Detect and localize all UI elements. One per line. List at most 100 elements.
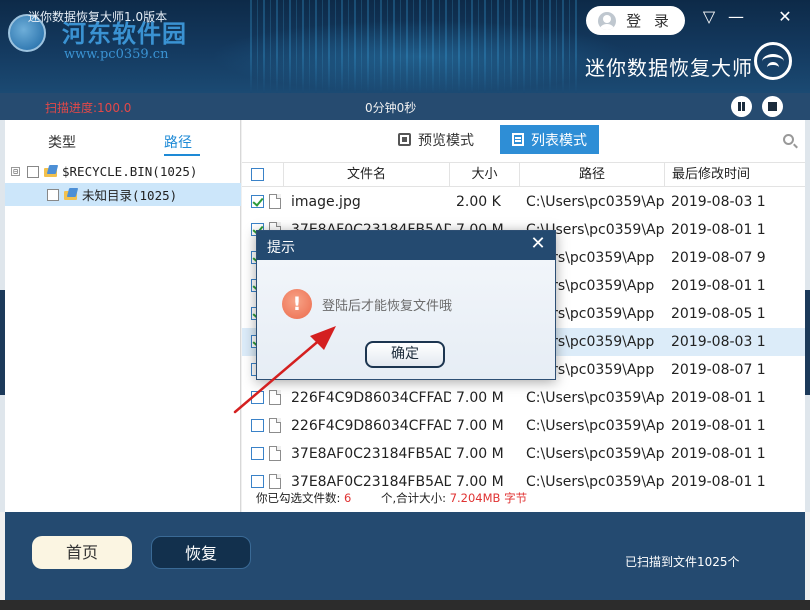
dialog-message: 登陆后才能恢复文件哦 [322,299,453,314]
folder-icon [44,165,58,178]
tab-path[interactable]: 路径 [164,132,192,152]
menu-dropdown-icon[interactable]: ▽ [698,6,720,28]
tree-item-recycle-bin[interactable]: ⊟ $RECYCLE.BIN(1025) [5,160,241,183]
login-label: 登 录 [626,12,673,30]
file-icon [269,446,281,461]
cell-path: C:\Users\pc0359\App [526,474,665,490]
scan-elapsed-time: 0分钟0秒 [365,101,417,115]
cell-filename: image.jpg [291,194,361,210]
tab-path-underline [164,154,200,156]
list-mode-button[interactable]: 列表模式 [500,125,599,154]
table-row[interactable]: image.jpg 2.00 K C:\Users\pc0359\App 2019-0… [242,188,805,216]
list-icon [512,133,524,146]
user-avatar-icon [598,11,617,30]
table-row[interactable]: 226F4C9D86034CFFAD9 7.00 M C:\Users\pc0359… [242,384,805,412]
cell-modified: 2019-08-05 1 [671,306,766,322]
total-size: 7.204MB 字节 [449,491,528,505]
table-header: 文件名 大小 路径 最后修改时间 [242,162,805,187]
folder-tree-panel: 类型 路径 ⊟ $RECYCLE.BIN(1025) 未知目录(1025) [5,120,241,512]
row-checkbox[interactable] [251,391,264,404]
dialog-title: 提示 [267,240,295,256]
pause-icon[interactable] [731,96,752,117]
recover-button[interactable]: 恢复 [151,536,251,569]
preview-mode-label: 预览模式 [418,132,474,149]
row-checkbox[interactable] [251,419,264,432]
cell-modified: 2019-08-03 1 [671,334,766,350]
selection-summary: 你已勾选文件数: 6 个,合计大小: 7.204MB 字节 [256,490,527,506]
cell-modified: 2019-08-01 1 [671,222,766,238]
app-window: 迷你数据恢复大师1.0版本 河东软件园 www.pc0359.cn 登 录 ▽ … [0,0,810,610]
background-window-edge-right-dark [805,290,810,395]
stop-icon[interactable] [762,96,783,117]
watermark-url: www.pc0359.cn [64,47,169,62]
login-button[interactable]: 登 录 [586,6,685,35]
cell-size: 7.00 M [456,418,504,434]
row-checkbox[interactable] [251,447,264,460]
tree-item-label: $RECYCLE.BIN(1025) [62,164,198,179]
watermark-name: 河东软件园 [62,20,187,48]
dialog-close-icon[interactable]: ✕ [527,233,549,255]
preview-mode-button[interactable]: 预览模式 [386,125,486,154]
select-all-checkbox[interactable] [251,168,264,181]
warning-icon: ! [282,289,312,319]
scan-status-bar: 扫描进度:100.0 0分钟0秒 [0,93,810,120]
cell-modified: 2019-08-07 1 [671,362,766,378]
cell-size: 2.00 K [456,194,501,210]
tab-type[interactable]: 类型 [48,132,76,152]
cell-path: C:\Users\pc0359\App [526,194,665,210]
selected-count: 6 [344,491,352,505]
cell-modified: 2019-08-01 1 [671,446,766,462]
cell-path: C:\Users\pc0359\App [526,446,665,462]
home-button[interactable]: 首页 [32,536,132,569]
column-size[interactable]: 大小 [450,163,520,187]
tree-checkbox[interactable] [47,188,59,201]
scanned-file-count: 已扫描到文件1025个 [625,555,740,569]
cell-filename: 226F4C9D86034CFFAD9 [291,390,451,406]
cell-size: 7.00 M [456,390,504,406]
minimize-icon[interactable]: — [725,6,747,28]
column-filename[interactable]: 文件名 [284,163,450,187]
column-modified[interactable]: 最后修改时间 [665,163,757,187]
header-glow-halo [210,20,630,93]
preview-icon [398,133,411,146]
folder-icon [64,188,78,201]
header-checkbox-cell [242,163,284,187]
cell-filename: 37E8AF0C23184FB5ADA [291,446,451,462]
file-icon [269,194,281,209]
cell-modified: 2019-08-01 1 [671,390,766,406]
table-row[interactable]: 226F4C9D86034CFFAD9 7.00 M C:\Users\pc0359… [242,412,805,440]
cell-modified: 2019-08-07 9 [671,250,766,266]
tree-item-unknown-dir[interactable]: 未知目录(1025) [5,183,241,206]
scan-progress: 扫描进度:100.0 [45,101,132,115]
list-mode-label: 列表模式 [531,132,587,149]
dialog-title-bar: 提示 ✕ [257,231,555,260]
cell-modified: 2019-08-03 1 [671,194,766,210]
dialog-ok-button[interactable]: 确定 [365,341,445,368]
cell-size: 7.00 M [456,446,504,462]
title-header: 迷你数据恢复大师1.0版本 河东软件园 www.pc0359.cn 登 录 ▽ … [0,0,810,93]
tree-checkbox[interactable] [27,165,39,178]
total-size-label: 个,合计大小: [381,491,447,505]
row-checkbox[interactable] [251,475,264,488]
tree-item-label: 未知目录(1025) [82,188,178,203]
cell-filename: 226F4C9D86034CFFAD9 [291,418,451,434]
table-row[interactable]: 37E8AF0C23184FB5ADA 7.00 M C:\Users\pc0359… [242,440,805,468]
cell-modified: 2019-08-01 1 [671,418,766,434]
taskbar-edge [0,600,810,610]
cell-path: C:\Users\pc0359\App [526,390,665,406]
column-path[interactable]: 路径 [520,163,665,187]
file-icon [269,418,281,433]
cell-path: C:\Users\pc0359\App [526,418,665,434]
search-icon[interactable] [783,134,794,145]
collapse-icon[interactable]: ⊟ [11,167,20,176]
file-icon [269,390,281,405]
close-icon[interactable]: ✕ [774,6,796,28]
row-checkbox[interactable] [251,195,264,208]
app-name: 迷你数据恢复大师 [585,56,753,80]
selected-count-label: 你已勾选文件数: [256,491,341,505]
bottom-action-bar: 首页 恢复 已扫描到文件1025个 [5,512,805,600]
cell-modified: 2019-08-01 1 [671,278,766,294]
login-required-dialog: 提示 ✕ ! 登陆后才能恢复文件哦 确定 [256,230,556,380]
cell-modified: 2019-08-01 1 [671,474,766,490]
brand-logo-icon [754,42,792,80]
